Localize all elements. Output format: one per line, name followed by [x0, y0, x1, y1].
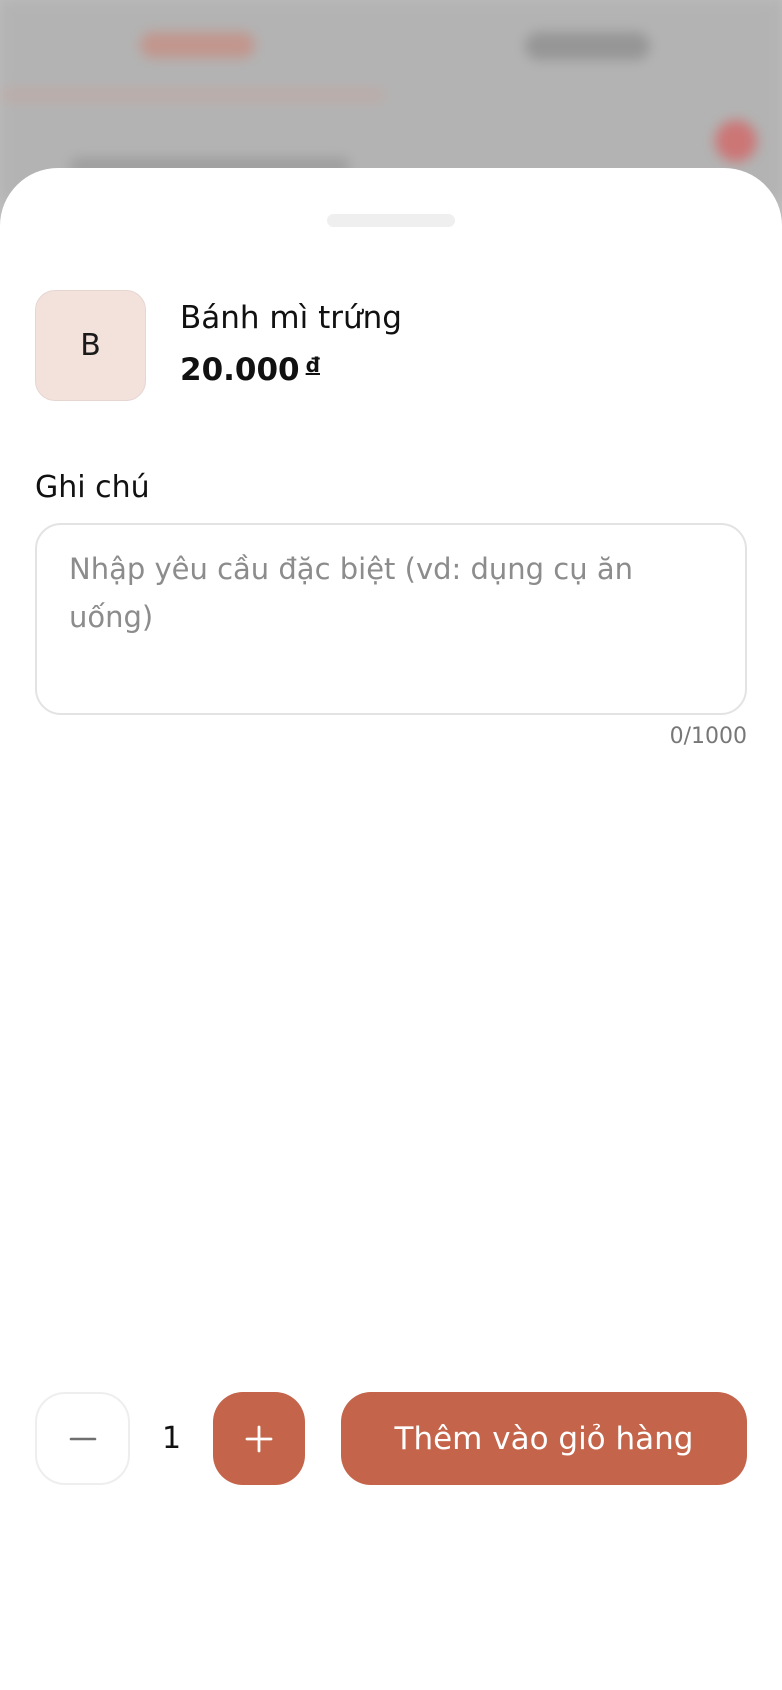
screen: B Bánh mì trứng 20.000đ Ghi chú 0/1000 1… [0, 0, 782, 1690]
currency-symbol: đ [305, 353, 320, 377]
sheet-drag-handle[interactable] [327, 214, 455, 227]
product-price: 20.000 đ [180, 342, 402, 393]
product-price-value: 20.000 [180, 352, 300, 388]
product-info: Bánh mì trứng 20.000 đ [180, 298, 402, 393]
plus-icon [245, 1425, 273, 1452]
note-char-counter: 0/1000 [669, 724, 747, 749]
quantity-decrease-button[interactable] [35, 1392, 130, 1485]
note-field[interactable] [35, 523, 747, 715]
add-to-cart-button[interactable]: Thêm vào giỏ hàng [341, 1392, 747, 1485]
product-summary: B Bánh mì trứng 20.000 đ [35, 290, 402, 401]
minus-icon [69, 1437, 96, 1440]
quantity-value: 1 [161, 1421, 182, 1456]
quantity-increase-button[interactable] [213, 1392, 305, 1485]
background-tab [525, 32, 650, 60]
background-tab-active [140, 32, 255, 58]
background-line [0, 88, 385, 102]
note-input[interactable] [69, 545, 713, 693]
product-name: Bánh mì trứng [180, 300, 402, 336]
note-label: Ghi chú [35, 470, 150, 505]
product-thumbnail-letter: B [80, 328, 101, 363]
background-cart-badge [715, 120, 757, 162]
product-thumbnail: B [35, 290, 146, 401]
